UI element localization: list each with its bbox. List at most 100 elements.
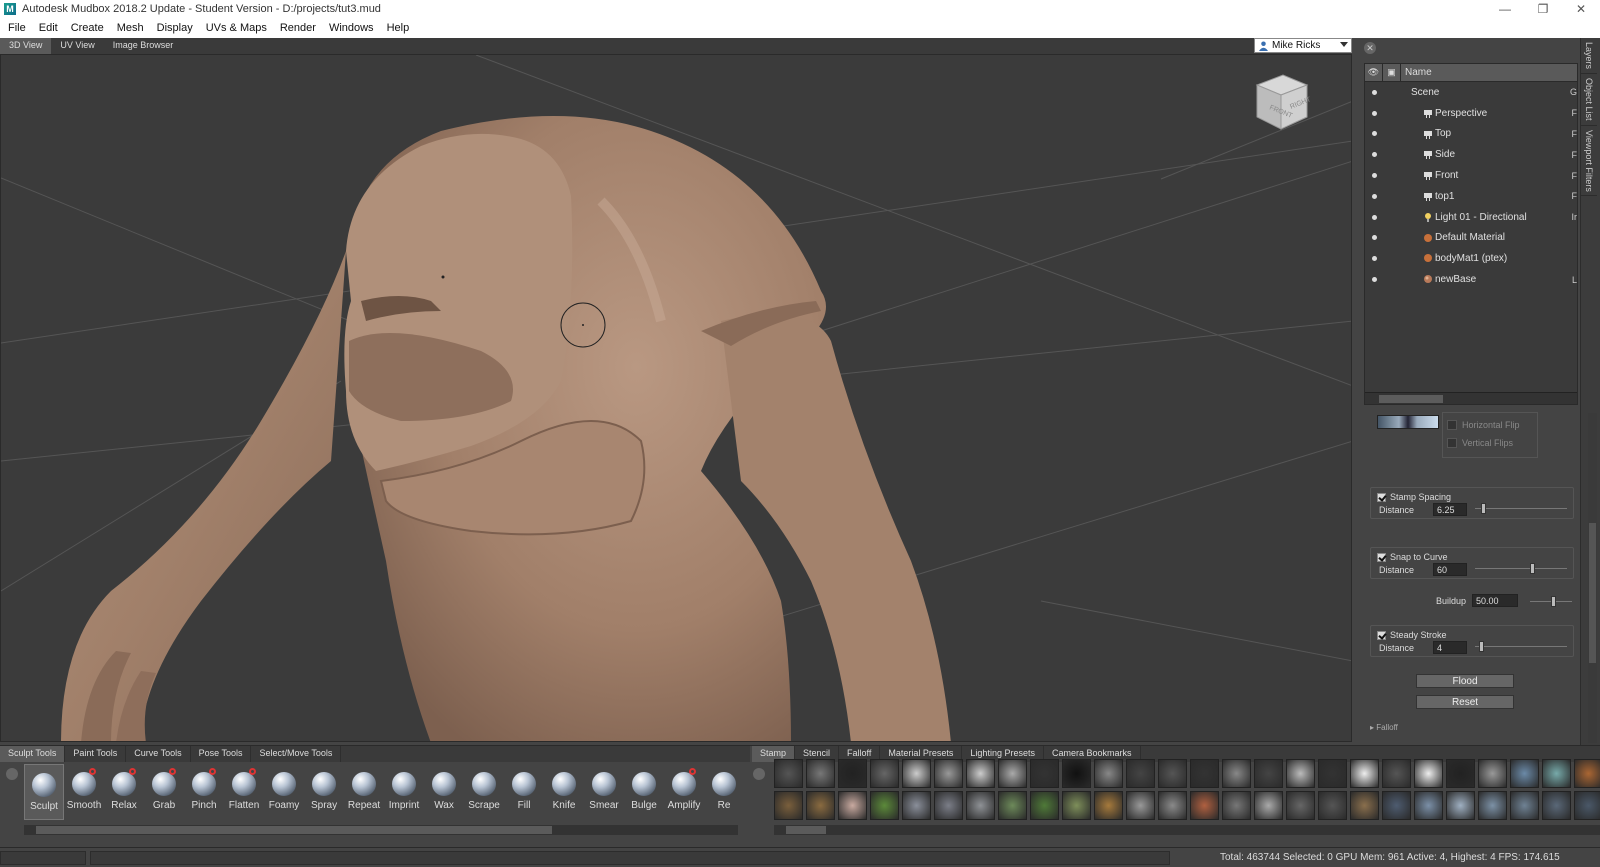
tool-fill[interactable]: Fill: [504, 764, 544, 820]
outliner-row[interactable]: Front F: [1365, 165, 1577, 186]
tool-foamy[interactable]: Foamy: [264, 764, 304, 820]
stamp-thumbnail[interactable]: [1030, 759, 1059, 788]
stamp-thumbnail[interactable]: [1478, 759, 1507, 788]
outliner-row[interactable]: Top F: [1365, 124, 1577, 145]
tab-layers[interactable]: Layers: [1581, 38, 1597, 75]
tool-shelf-nav-icon[interactable]: [6, 768, 18, 780]
stamp-thumbnail[interactable]: [870, 759, 899, 788]
tool-shelf-scrollbar[interactable]: [24, 825, 738, 835]
outliner-row[interactable]: Side F: [1365, 144, 1577, 165]
stamp-thumbnail[interactable]: [1126, 759, 1155, 788]
stamp-thumbnail[interactable]: [1414, 791, 1443, 820]
tab-curve-tools[interactable]: Curve Tools: [126, 746, 191, 762]
steady-stroke-distance-input[interactable]: 4: [1433, 641, 1467, 654]
menu-render[interactable]: Render: [280, 22, 316, 34]
stamp-thumbnail[interactable]: [1222, 759, 1251, 788]
slider-knob[interactable]: [1551, 596, 1556, 607]
buildup-input[interactable]: 50.00: [1472, 594, 1518, 607]
stamp-thumbnail[interactable]: [806, 791, 835, 820]
stamp-spacing-checkbox[interactable]: [1377, 492, 1386, 502]
stamp-thumbnail[interactable]: [1062, 759, 1091, 788]
stamp-thumbnail[interactable]: [1094, 791, 1123, 820]
slider-knob[interactable]: [1480, 503, 1486, 514]
scroll-thumb[interactable]: [786, 826, 826, 834]
menu-mesh[interactable]: Mesh: [117, 22, 144, 34]
slider-knob[interactable]: [1530, 563, 1536, 574]
stamp-thumbnail[interactable]: [966, 791, 995, 820]
stamp-thumbnail[interactable]: [1318, 759, 1347, 788]
stamp-thumbnail[interactable]: [1350, 791, 1379, 820]
tool-flatten[interactable]: Flatten: [224, 764, 264, 820]
menu-windows[interactable]: Windows: [329, 22, 374, 34]
stamp-thumbnail[interactable]: [1158, 791, 1187, 820]
stamp-thumbnail[interactable]: [774, 791, 803, 820]
stamp-thumbnail[interactable]: [1062, 791, 1091, 820]
stamp-thumbnail[interactable]: [966, 759, 995, 788]
stamp-spacing-slider[interactable]: [1475, 503, 1567, 514]
scroll-thumb[interactable]: [36, 826, 552, 834]
stamp-thumbnail[interactable]: [998, 759, 1027, 788]
scroll-thumb[interactable]: [1379, 395, 1443, 403]
close-icon[interactable]: ✕: [1562, 0, 1600, 18]
sculpt-model[interactable]: [61, 116, 951, 742]
stamp-thumbnail[interactable]: [774, 759, 803, 788]
stamp-thumbnail[interactable]: [1254, 759, 1283, 788]
tool-imprint[interactable]: Imprint: [384, 764, 424, 820]
tool-repeat[interactable]: Repeat: [344, 764, 384, 820]
user-dropdown[interactable]: Mike Ricks: [1254, 38, 1352, 53]
outliner-row[interactable]: Scene G: [1365, 82, 1577, 103]
snap-to-curve-distance-input[interactable]: 60: [1433, 563, 1467, 576]
tool-relax[interactable]: Relax: [104, 764, 144, 820]
tool-spray[interactable]: Spray: [304, 764, 344, 820]
stamp-thumbnail[interactable]: [1030, 791, 1059, 820]
stamp-thumbnail[interactable]: [1350, 759, 1379, 788]
tool-amplify[interactable]: Amplify: [664, 764, 704, 820]
visibility-dot-icon[interactable]: [1372, 193, 1377, 199]
flood-button[interactable]: Flood: [1416, 674, 1514, 688]
stamp-thumbnail[interactable]: [1446, 791, 1475, 820]
tab-select-move-tools[interactable]: Select/Move Tools: [251, 746, 342, 762]
tool-smooth[interactable]: Smooth: [64, 764, 104, 820]
tool-pinch[interactable]: Pinch: [184, 764, 224, 820]
3d-viewport[interactable]: FRONT RIGHT: [0, 54, 1352, 742]
falloff-section-header[interactable]: ▸ Falloff: [1370, 723, 1398, 732]
stamp-thumbnail[interactable]: [1190, 791, 1219, 820]
outliner-row[interactable]: newBase L: [1365, 269, 1577, 290]
stamp-thumbnail[interactable]: [1126, 791, 1155, 820]
stamp-thumbnail[interactable]: [1510, 791, 1539, 820]
tool-wax[interactable]: Wax: [424, 764, 464, 820]
snap-to-curve-slider[interactable]: [1475, 563, 1567, 574]
stamp-thumbnail[interactable]: [1574, 791, 1600, 820]
stamp-thumbnail[interactable]: [1542, 759, 1571, 788]
tool-grab[interactable]: Grab: [144, 764, 184, 820]
tool-re[interactable]: Re: [704, 764, 744, 820]
tool-sculpt[interactable]: Sculpt: [24, 764, 65, 820]
menu-create[interactable]: Create: [71, 22, 104, 34]
menu-uvs-maps[interactable]: UVs & Maps: [206, 22, 267, 34]
viewport-scene[interactable]: [1, 55, 1352, 742]
reset-button[interactable]: Reset: [1416, 695, 1514, 709]
visibility-eye-icon[interactable]: 👁: [1365, 63, 1383, 82]
stamp-thumbnail[interactable]: [1318, 791, 1347, 820]
visibility-dot-icon[interactable]: [1372, 152, 1377, 158]
stamp-thumbnail[interactable]: [1286, 791, 1315, 820]
visibility-dot-icon[interactable]: [1372, 89, 1377, 95]
stamp-thumbnail[interactable]: [1574, 759, 1600, 788]
outliner-row[interactable]: top1 F: [1365, 186, 1577, 207]
stamp-thumbnail[interactable]: [1222, 791, 1251, 820]
steady-stroke-checkbox[interactable]: [1377, 630, 1386, 640]
tab-uv-view[interactable]: UV View: [51, 38, 103, 54]
stamp-thumbnail[interactable]: [1510, 759, 1539, 788]
scroll-thumb[interactable]: [1589, 523, 1596, 663]
outliner-row[interactable]: Default Material: [1365, 228, 1577, 249]
tab-image-browser[interactable]: Image Browser: [104, 38, 183, 54]
menu-file[interactable]: File: [8, 22, 26, 34]
stamp-thumbnail[interactable]: [838, 791, 867, 820]
stamp-thumbnail[interactable]: [838, 759, 867, 788]
stamp-thumbnail[interactable]: [1382, 791, 1411, 820]
stamp-thumbnail[interactable]: [1382, 759, 1411, 788]
visibility-dot-icon[interactable]: [1372, 256, 1377, 262]
stamp-thumbnail[interactable]: [1414, 759, 1443, 788]
stamp-thumbnail[interactable]: [934, 791, 963, 820]
visibility-dot-icon[interactable]: [1372, 110, 1377, 116]
